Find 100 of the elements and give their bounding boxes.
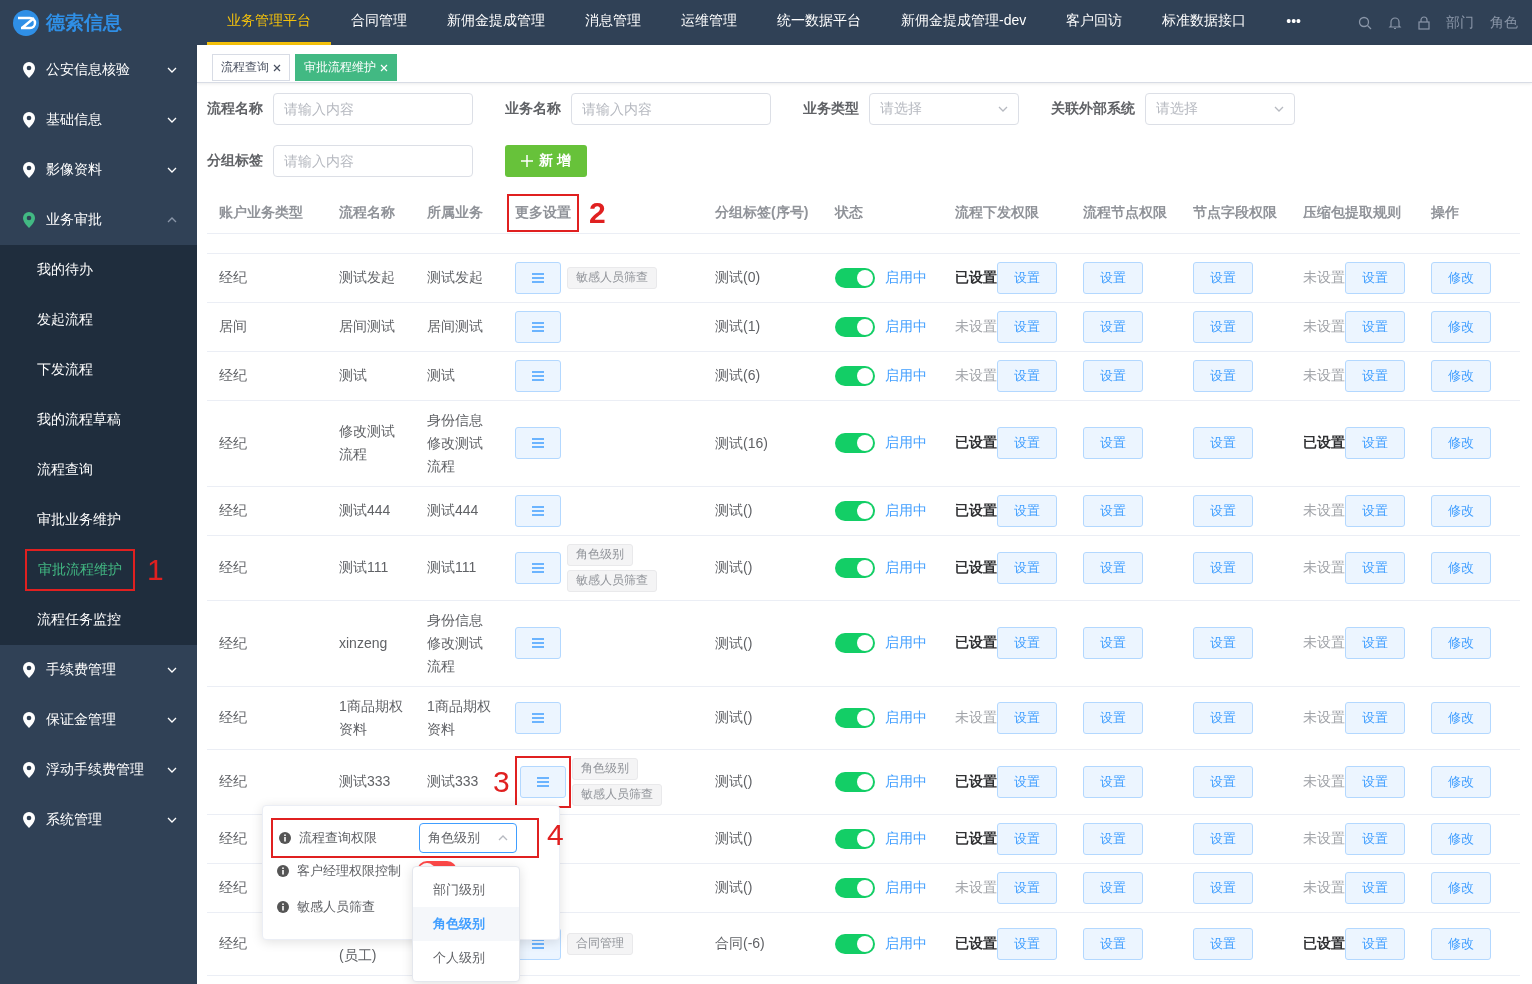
set-button[interactable]: 设置 [1193,427,1253,459]
dropdown-option[interactable]: 个人级别 [413,941,519,975]
edit-button[interactable]: 修改 [1431,927,1491,960]
set-button[interactable]: 设置 [1083,551,1143,584]
nav-tab[interactable]: 合同管理 [331,0,427,45]
set-button[interactable]: 设置 [1083,822,1143,855]
set-button[interactable]: 设置 [1083,310,1143,343]
set-button[interactable]: 设置 [997,494,1057,527]
set-button[interactable]: 设置 [1193,261,1253,294]
more-settings-button[interactable] [515,701,561,734]
set-button[interactable]: 设置 [1083,871,1143,904]
sidebar-item[interactable]: 手续费管理 [0,645,197,695]
more-settings-button[interactable] [515,359,561,392]
set-button[interactable]: 设置 [997,261,1057,294]
set-button[interactable]: 设置 [997,871,1057,904]
edit-button[interactable]: 修改 [1431,871,1491,904]
edit-button[interactable]: 修改 [1431,627,1491,659]
nav-tab[interactable]: 客户回访 [1046,0,1143,45]
nav-tab[interactable]: 消息管理 [565,0,661,45]
status-switch[interactable] [835,267,875,288]
status-switch[interactable] [835,557,875,578]
status-switch[interactable] [835,877,875,898]
set-button[interactable]: 设置 [997,627,1057,659]
text-field[interactable]: 请输入内容 [571,93,771,125]
search-icon[interactable] [1358,15,1372,30]
sidebar-item[interactable]: 保证金管理 [0,695,197,745]
more-settings-button[interactable] [519,765,566,798]
edit-button[interactable]: 修改 [1431,822,1491,855]
text-field[interactable]: 请输入内容 [273,145,473,177]
set-button[interactable]: 设置 [1345,551,1405,584]
status-switch[interactable] [835,828,875,849]
status-switch[interactable] [835,316,875,337]
edit-button[interactable]: 修改 [1431,551,1491,584]
nav-tab[interactable]: 标准数据接口 [1142,0,1267,45]
status-switch[interactable] [835,771,875,792]
set-button[interactable]: 设置 [1193,551,1253,584]
nav-tab[interactable]: 新佣金提成管理-dev [881,0,1047,45]
set-button[interactable]: 设置 [997,310,1057,343]
set-button[interactable]: 设置 [997,822,1057,855]
more-settings-button[interactable] [515,494,561,527]
page-tab[interactable]: 流程查询 [212,54,290,81]
page-tab[interactable]: 审批流程维护 [295,54,397,81]
set-button[interactable]: 设置 [997,551,1057,584]
set-button[interactable]: 设置 [1083,494,1143,527]
status-switch[interactable] [835,365,875,386]
set-button[interactable]: 设置 [1345,765,1405,798]
level-select[interactable]: 角色级别 [419,823,517,853]
nav-tab[interactable]: 新佣金提成管理 [427,0,565,45]
user-menu-text[interactable]: 角色 [1490,13,1518,32]
status-switch[interactable] [835,633,875,653]
sidebar-item[interactable]: 影像资料 [0,145,197,195]
more-settings-button[interactable] [515,427,561,459]
set-button[interactable]: 设置 [1193,310,1253,343]
sidebar-item[interactable]: 系统管理 [0,795,197,845]
set-button[interactable]: 设置 [997,701,1057,734]
set-button[interactable]: 设置 [1193,359,1253,392]
set-button[interactable]: 设置 [997,765,1057,798]
set-button[interactable]: 设置 [1345,494,1405,527]
set-button[interactable]: 设置 [1345,427,1405,459]
set-button[interactable]: 设置 [1345,871,1405,904]
edit-button[interactable]: 修改 [1431,310,1491,343]
bell-icon[interactable] [1388,15,1402,30]
set-button[interactable]: 设置 [1345,701,1405,734]
more-settings-button[interactable] [515,310,561,343]
dropdown-option[interactable]: 角色级别 [413,907,519,941]
select-field[interactable]: 请选择 [1145,93,1295,125]
set-button[interactable]: 设置 [1345,927,1405,960]
more-settings-button[interactable] [515,627,561,659]
nav-tab[interactable]: 运维管理 [661,0,757,45]
user-menu-text[interactable]: 部门 [1446,13,1474,32]
set-button[interactable]: 设置 [1083,427,1143,459]
set-button[interactable]: 设置 [1345,627,1405,659]
set-button[interactable]: 设置 [1193,494,1253,527]
more-settings-button[interactable] [515,551,561,584]
set-button[interactable]: 设置 [1193,627,1253,659]
set-button[interactable]: 设置 [1083,765,1143,798]
edit-button[interactable]: 修改 [1431,701,1491,734]
status-switch[interactable] [835,433,875,453]
set-button[interactable]: 设置 [1193,701,1253,734]
edit-button[interactable]: 修改 [1431,494,1491,527]
set-button[interactable]: 设置 [1345,261,1405,294]
sidebar-item[interactable]: 基础信息 [0,95,197,145]
text-field[interactable]: 请输入内容 [273,93,473,125]
edit-button[interactable]: 修改 [1431,359,1491,392]
set-button[interactable]: 设置 [1083,701,1143,734]
add-button[interactable]: 新 增 [505,145,587,177]
edit-button[interactable]: 修改 [1431,261,1491,294]
set-button[interactable]: 设置 [1345,310,1405,343]
nav-tab[interactable]: 统一数据平台 [757,0,881,45]
set-button[interactable]: 设置 [1193,765,1253,798]
lock-icon[interactable] [1418,15,1430,30]
set-button[interactable]: 设置 [1193,927,1253,960]
set-button[interactable]: 设置 [1083,927,1143,960]
nav-tab[interactable]: 业务管理平台 [207,0,331,45]
set-button[interactable]: 设置 [997,359,1057,392]
set-button[interactable]: 设置 [1345,822,1405,855]
set-button[interactable]: 设置 [1083,261,1143,294]
set-button[interactable]: 设置 [997,427,1057,459]
close-icon[interactable] [273,63,281,72]
set-button[interactable]: 设置 [1083,359,1143,392]
